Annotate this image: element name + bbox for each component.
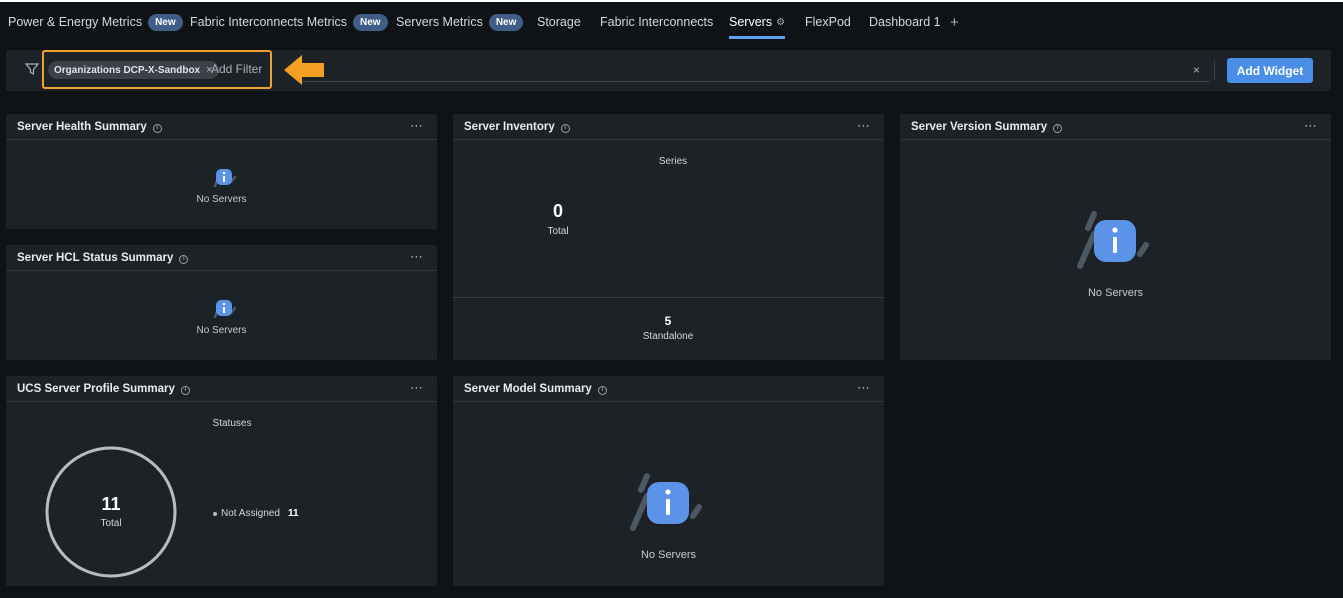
widget-title: Server Inventory i [464,121,570,133]
widget-title: UCS Server Profile Summary i [17,383,190,395]
plus-icon: + [950,13,959,31]
standalone-count: 5 [664,314,672,328]
new-badge: New [353,13,388,31]
info-icon[interactable]: i [179,255,189,264]
filter-funnel-icon[interactable] [25,62,39,76]
donut-total-count: 11 [101,494,121,514]
empty-state-text: No Servers [196,325,247,336]
filter-input-underline [302,81,1210,82]
empty-state-text: No Servers [640,549,697,561]
clear-filter-icon[interactable]: × [1193,63,1200,77]
tab-fabric-interconnects-metrics[interactable]: Fabric Interconnects Metrics New [190,8,388,36]
info-icon[interactable]: i [1053,124,1063,133]
tab-flexpod[interactable]: FlexPod [805,8,851,36]
info-icon[interactable]: i [152,124,162,133]
new-badge: New [148,13,183,31]
widget-header: Server Inventory i ⋯ [453,114,884,140]
widget-server-version-summary: Server Version Summary i ⋯ No Servers [900,114,1331,360]
new-badge: New [488,13,524,31]
widget-server-inventory: Server Inventory i ⋯ Series 0 Total 5 Sta… [453,114,884,360]
filter-divider [1214,60,1215,80]
empty-state-text: No Servers [196,194,247,205]
orange-arrow-pointer-icon [284,55,324,85]
filter-chip-organizations[interactable]: Organizations DCP-X-Sandbox × [48,61,219,79]
legend-item-not-assigned[interactable]: Not Assigned 11 [213,508,299,519]
no-data-info-icon [213,168,237,188]
statuses-label: Statuses [212,418,252,429]
no-data-info-icon [213,299,237,319]
dashboard-tab-bar: Power & Energy Metrics New Fabric Interco… [0,0,1343,39]
tab-servers[interactable]: Servers ⚙ [729,8,786,39]
no-data-info-icon [630,473,702,531]
no-data-info-icon [1077,211,1149,269]
more-options-icon[interactable]: ⋯ [410,249,424,265]
info-icon[interactable]: i [597,386,607,395]
tab-fabric-interconnects[interactable]: Fabric Interconnects [600,8,713,36]
add-filter-input[interactable]: Add Filter [211,62,262,76]
donut-total-label: Total [100,518,122,529]
series-label: Series [658,156,688,167]
total-label: Total [547,226,569,237]
info-icon[interactable]: i [560,124,570,133]
widget-server-hcl-status-summary: Server HCL Status Summary i ⋯ No Servers [6,245,437,360]
standalone-label: Standalone [642,331,694,342]
info-icon[interactable]: i [180,386,190,395]
widget-header: Server Version Summary i ⋯ [900,114,1331,140]
more-options-icon[interactable]: ⋯ [410,118,424,134]
widget-title: Server HCL Status Summary i [17,252,189,264]
more-options-icon[interactable]: ⋯ [857,118,871,134]
empty-state-text: No Servers [1087,287,1144,299]
more-options-icon[interactable]: ⋯ [1304,118,1318,134]
add-widget-button[interactable]: Add Widget [1227,58,1313,83]
tab-storage[interactable]: Storage [537,8,581,36]
section-divider [453,297,884,298]
widget-header: UCS Server Profile Summary i ⋯ [6,376,437,402]
widget-header: Server HCL Status Summary i ⋯ [6,245,437,271]
more-options-icon[interactable]: ⋯ [410,380,424,396]
widget-ucs-server-profile-summary: UCS Server Profile Summary i ⋯ Statuses 1… [6,376,437,586]
widget-header: Server Model Summary i ⋯ [453,376,884,402]
legend-dot-icon [213,511,217,516]
more-options-icon[interactable]: ⋯ [857,380,871,396]
widget-title: Server Version Summary i [911,121,1063,133]
tab-power-energy-metrics[interactable]: Power & Energy Metrics New [8,8,183,36]
tab-servers-metrics[interactable]: Servers Metrics New [396,8,524,36]
gear-icon[interactable]: ⚙ [776,17,785,28]
widget-server-model-summary: Server Model Summary i ⋯ No Servers [453,376,884,586]
widget-server-health-summary: Server Health Summary i ⋯ No Servers [6,114,437,229]
tab-dashboard-1[interactable]: Dashboard 1 [869,8,941,36]
filter-bar: Organizations DCP-X-Sandbox × Add Filter… [6,50,1331,91]
widget-header: Server Health Summary i ⋯ [6,114,437,140]
total-count: 0 [552,201,563,221]
widget-title: Server Health Summary i [17,121,162,133]
add-tab-button[interactable]: + [950,8,959,36]
widget-title: Server Model Summary i [464,383,607,395]
